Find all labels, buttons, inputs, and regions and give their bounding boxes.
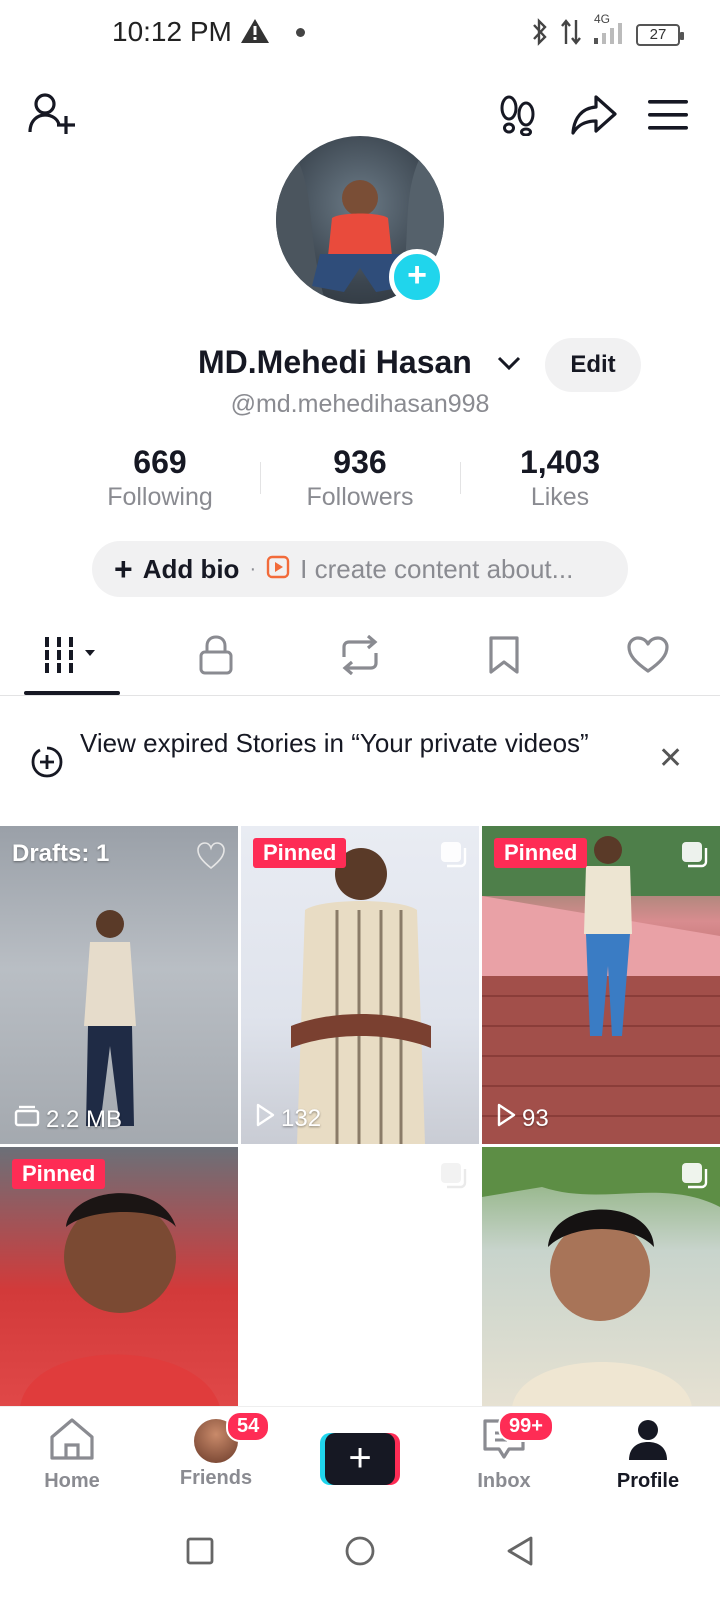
system-nav-bar [0, 1506, 720, 1600]
profile-tabs [0, 620, 720, 696]
username: @md.mehedihasan998 [230, 390, 490, 418]
stat-following-label: Following [107, 483, 213, 511]
play-square-icon [266, 555, 290, 584]
status-bar: 10:12 PM 4G 27 [0, 0, 720, 66]
recent-apps-icon[interactable] [185, 1536, 215, 1571]
profile-stats: 669 Following 936 Followers 1,403 Likes [60, 444, 660, 514]
drafts-folder-icon [14, 1105, 40, 1134]
video-grid: Drafts: 1 2.2 MB Pinned 132 Pinned 93 Pi… [0, 826, 720, 1407]
bookmark-icon [488, 635, 520, 680]
video-thumbnail[interactable] [482, 1147, 720, 1407]
chevron-down-icon[interactable] [496, 354, 522, 377]
multiselect-icon [680, 840, 708, 873]
nav-friends-label: Friends [179, 1467, 253, 1489]
view-count: 93 [496, 1103, 549, 1134]
create-button[interactable]: + [320, 1433, 400, 1485]
nav-home-label: Home [44, 1470, 100, 1492]
expired-stories-banner[interactable]: View expired Stories in “Your private vi… [0, 697, 720, 825]
separator-dot: · [249, 557, 257, 580]
nav-create[interactable]: + [288, 1407, 432, 1506]
stat-following-value: 669 [133, 444, 187, 480]
tab-saved[interactable] [432, 620, 576, 695]
multiselect-icon [439, 840, 467, 873]
home-circle-icon[interactable] [344, 1535, 376, 1572]
profile-person-icon [626, 1417, 670, 1466]
play-icon [496, 1103, 516, 1134]
data-transfer-icon [560, 18, 582, 51]
stat-followers-value: 936 [333, 444, 387, 480]
video-thumbnail[interactable]: Pinned 132 [241, 826, 479, 1144]
drafts-count: Drafts: 1 [12, 840, 110, 867]
videos-grid-icon [43, 637, 101, 678]
share-icon[interactable] [570, 94, 618, 141]
tab-reposts[interactable] [288, 620, 432, 695]
add-bio-label: Add bio [142, 553, 240, 584]
profile-avatar[interactable]: + [276, 136, 445, 305]
nav-profile[interactable]: Profile [576, 1407, 720, 1506]
expired-stories-text: View expired Stories in “Your private vi… [80, 728, 589, 758]
nav-inbox[interactable]: 99+ Inbox [432, 1407, 576, 1506]
tab-liked[interactable] [576, 620, 720, 695]
network-type: 4G [594, 12, 611, 26]
bluetooth-icon [530, 18, 550, 51]
close-icon[interactable]: ✕ [658, 741, 683, 776]
stat-followers[interactable]: 936 Followers [260, 444, 460, 514]
warning-icon [240, 18, 270, 49]
repost-icon [338, 634, 382, 680]
status-time: 10:12 PM [112, 16, 232, 47]
video-thumbnail-drafts[interactable]: Drafts: 1 2.2 MB [0, 826, 238, 1144]
pinned-badge: Pinned [494, 838, 588, 868]
add-friend-icon[interactable] [28, 92, 76, 141]
stat-followers-label: Followers [306, 483, 414, 511]
view-count-value: 93 [522, 1104, 549, 1132]
lock-icon [198, 635, 234, 680]
tab-videos[interactable] [0, 620, 144, 695]
name-row: MD.Mehedi Hasan Edit [0, 338, 720, 392]
bio-hint: I create content about... [300, 553, 574, 584]
video-thumbnail[interactable]: Pinned [0, 1147, 238, 1407]
notification-dot-icon [296, 28, 305, 37]
stat-following[interactable]: 669 Following [60, 444, 260, 514]
friends-badge: 54 [226, 1411, 271, 1442]
home-icon [48, 1417, 96, 1466]
cell-signal-icon: 4G [592, 12, 626, 51]
inbox-badge: 99+ [498, 1411, 554, 1442]
nav-home[interactable]: Home [0, 1407, 144, 1506]
view-count: 132 [255, 1103, 321, 1134]
footprints-icon[interactable] [498, 94, 538, 141]
view-count-value: 132 [281, 1104, 322, 1132]
plus-icon: + [114, 550, 133, 587]
stat-likes-value: 1,403 [519, 444, 601, 480]
plus-icon: + [325, 1433, 395, 1485]
display-name[interactable]: MD.Mehedi Hasan [198, 344, 472, 381]
story-plus-icon [30, 745, 64, 784]
battery-icon: 27 [636, 23, 684, 46]
edit-profile-button[interactable]: Edit [545, 338, 641, 392]
draft-heart-icon [196, 840, 226, 877]
draft-size-value: 2.2 MB [46, 1105, 123, 1133]
stat-likes-label: Likes [530, 483, 590, 511]
back-triangle-icon[interactable] [505, 1535, 535, 1572]
menu-icon[interactable] [646, 98, 690, 137]
add-story-button[interactable]: + [389, 249, 445, 305]
nav-profile-label: Profile [616, 1470, 680, 1492]
tab-private[interactable] [144, 620, 288, 695]
video-thumbnail[interactable] [241, 1147, 479, 1407]
heart-icon [627, 636, 669, 679]
draft-size: 2.2 MB [14, 1105, 122, 1134]
multiselect-icon [439, 1161, 467, 1194]
bottom-nav: Home 54 Friends + 99+ Inbox Profile [0, 1406, 720, 1506]
stat-likes[interactable]: 1,403 Likes [460, 444, 660, 514]
nav-friends[interactable]: 54 Friends [144, 1407, 288, 1506]
play-icon [255, 1103, 275, 1134]
battery-level: 27 [649, 25, 667, 43]
pinned-badge: Pinned [253, 838, 347, 868]
multiselect-icon [680, 1161, 708, 1194]
pinned-badge: Pinned [12, 1159, 106, 1189]
video-thumbnail[interactable]: Pinned 93 [482, 826, 720, 1144]
add-bio-button[interactable]: + Add bio · I create content about... [92, 541, 628, 597]
nav-inbox-label: Inbox [477, 1470, 531, 1492]
